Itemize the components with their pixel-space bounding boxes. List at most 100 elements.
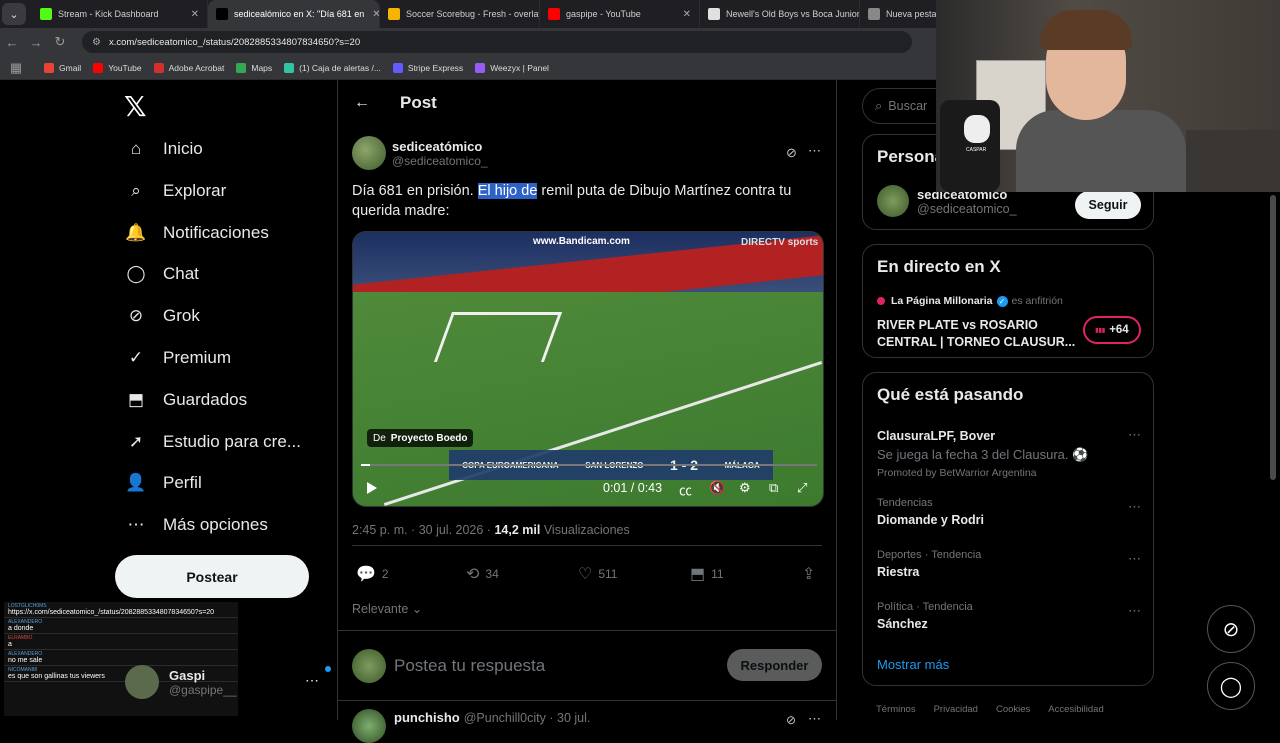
share-button[interactable]: ⇪ <box>802 564 821 584</box>
back-icon[interactable]: ← <box>0 35 24 50</box>
bookmark-label: Gmail <box>59 62 82 73</box>
video-progress-bar[interactable] <box>361 464 817 466</box>
bookmark-item[interactable]: Maps <box>236 62 272 73</box>
play-icon[interactable] <box>367 482 377 494</box>
broadcaster-logo: DIRECTV sports <box>741 237 819 248</box>
show-more-link[interactable]: Mostrar más <box>877 657 949 672</box>
messages-fab-icon[interactable]: ◯ <box>1207 662 1255 710</box>
sidebar-item-grok[interactable]: ⊘ Grok <box>125 296 200 336</box>
listener-count[interactable]: ▮▮▮ +64 <box>1083 316 1141 344</box>
follow-button[interactable]: Seguir <box>1075 191 1141 219</box>
trend-item[interactable]: Deportes · Tendencia Riestra ⋯ <box>877 549 1141 579</box>
bookmark-label: YouTube <box>108 62 142 73</box>
forward-icon[interactable]: → <box>24 35 48 50</box>
account-switcher[interactable]: Gaspi @gaspipe__ ⋯ <box>125 662 331 702</box>
sort-dropdown[interactable]: Relevante ⌄ <box>352 601 822 616</box>
trend-item[interactable]: Tendencias Diomande y Rodri ⋯ <box>877 497 1141 527</box>
pip-icon[interactable]: ⧉ <box>769 480 778 496</box>
site-info-icon[interactable]: ⚙ <box>92 37 101 48</box>
source-name: Proyecto Boedo <box>390 432 468 444</box>
bookmark-item[interactable]: (1) Caja de alertas /... <box>284 62 381 73</box>
tab-search-button[interactable]: ⌄ <box>2 3 26 25</box>
x-logo-icon[interactable]: 𝕏 <box>124 90 147 123</box>
video-player[interactable]: www.Bandicam.com DIRECTV sports COPA EUR… <box>352 231 824 507</box>
more-icon[interactable]: ⋯ <box>1128 499 1141 515</box>
sidebar-item-chat[interactable]: ◯ Chat <box>125 254 198 294</box>
post-button[interactable]: Postear <box>115 555 309 598</box>
video-watermark: www.Bandicam.com <box>533 236 630 247</box>
live-host: La Página Millonaria ✓ es anfitrión <box>877 295 1063 307</box>
card-title: Qué está pasando <box>877 385 1024 404</box>
bookmark-item[interactable]: Adobe Acrobat <box>153 62 224 73</box>
fullscreen-icon[interactable]: ⤢ <box>797 480 807 496</box>
apps-icon[interactable]: ▦ <box>4 60 28 76</box>
more-icon[interactable]: ⋯ <box>305 672 319 689</box>
trend-item[interactable]: ClausuraLPF, Bover Se juega la fecha 3 de… <box>877 425 1141 479</box>
post-text: Día 681 en prisión. El hijo de remil put… <box>352 181 822 221</box>
more-icon[interactable]: ⋯ <box>808 711 821 727</box>
scrollbar[interactable] <box>1270 195 1276 480</box>
close-icon[interactable]: ✕ <box>183 9 199 20</box>
back-arrow-icon[interactable]: ← <box>354 94 376 112</box>
close-icon[interactable]: ✕ <box>364 9 379 20</box>
footer-link[interactable]: Cookies <box>996 704 1030 715</box>
bookmark-item[interactable]: Gmail <box>44 62 82 73</box>
more-icon[interactable]: ⋯ <box>1128 603 1141 619</box>
grok-fab-icon[interactable]: ⊘ <box>1207 605 1255 653</box>
comment-author[interactable]: punchisho <box>394 710 460 725</box>
bookmark-item[interactable]: Stripe Express <box>392 62 463 73</box>
avatar[interactable] <box>352 709 386 743</box>
repost-button[interactable]: ⟲ 34 <box>466 564 499 584</box>
bookmark-item[interactable]: YouTube <box>93 62 142 73</box>
sidebar-item-premium[interactable]: ✓ Premium <box>125 338 231 378</box>
bookmark-button[interactable]: ⬒ 11 <box>690 564 724 584</box>
reload-icon[interactable]: ↻ <box>48 34 72 50</box>
footer-link[interactable]: Accesibilidad <box>1048 704 1103 715</box>
chat-text: a donde <box>8 625 34 632</box>
sidebar-item-estudio[interactable]: ➚ Estudio para cre... <box>125 422 301 462</box>
author-name[interactable]: sediceatómico <box>392 139 488 154</box>
sidebar-item-guardados[interactable]: ⬒ Guardados <box>125 380 247 420</box>
avatar[interactable] <box>352 136 386 170</box>
mute-icon[interactable]: 🔇 <box>709 480 725 496</box>
grok-icon[interactable]: ⊘ <box>786 145 797 161</box>
more-icon[interactable]: ⋯ <box>1128 427 1141 443</box>
author-handle[interactable]: @sediceatomico_ <box>392 154 488 168</box>
browser-tab[interactable]: Soccer Scorebug - Fresh - overlay✕ <box>380 0 540 28</box>
browser-tab[interactable]: Newell's Old Boys vs Boca Juniors✕ <box>700 0 860 28</box>
footer-link[interactable]: Privacidad <box>934 704 978 715</box>
more-icon[interactable]: ⋯ <box>808 143 821 159</box>
sidebar-item-más[interactable]: ⋯ Más opciones <box>125 505 268 545</box>
sidebar-item-explorar[interactable]: ⌕ Explorar <box>125 171 226 211</box>
grok-icon[interactable]: ⊘ <box>786 713 796 727</box>
trend-description: Se juega la fecha 3 del Clausura. ⚽ <box>877 447 1089 462</box>
video-source-label[interactable]: De Proyecto Boedo <box>367 429 474 447</box>
browser-tab[interactable]: gaspipe - YouTube ✕ <box>540 0 700 28</box>
bookmark-item[interactable]: Weezyx | Panel <box>475 62 549 73</box>
share-icon: ⇪ <box>802 566 816 583</box>
post: sediceatómico @sediceatomico_ ⊘ ⋯ Día 68… <box>338 125 836 616</box>
footer-link[interactable]: Términos <box>876 704 916 715</box>
reply-button[interactable]: 💬 2 <box>356 564 389 584</box>
captions-icon[interactable]: ㏄ <box>679 480 692 499</box>
settings-icon[interactable]: ⚙ <box>739 480 751 496</box>
address-bar[interactable]: ⚙ x.com/sediceatomico_/status/2082885334… <box>82 31 912 53</box>
post-timestamp[interactable]: 2:45 p. m. · 30 jul. 2026 · <box>352 523 491 537</box>
live-card: En directo en X La Página Millonaria ✓ es … <box>862 244 1154 358</box>
trend-title: Diomande y Rodri <box>877 513 984 527</box>
sidebar-item-notificaciones[interactable]: 🔔 Notificaciones <box>125 213 268 253</box>
like-button[interactable]: ♡ 511 <box>578 564 617 584</box>
close-icon[interactable]: ✕ <box>675 9 691 20</box>
more-icon[interactable]: ⋯ <box>1128 551 1141 567</box>
browser-tab[interactable]: sedicealómico en X: "Día 681 en ✕ <box>208 0 380 28</box>
sidebar-item-inicio[interactable]: ⌂ Inicio <box>125 129 203 169</box>
live-event-title[interactable]: RIVER PLATE vs ROSARIO CENTRAL | TORNEO … <box>877 317 1077 351</box>
sidebar-item-perfil[interactable]: 👤 Perfil <box>125 463 201 503</box>
comment[interactable]: punchisho @Punchill0city · 30 jul. ⊘ ⋯ <box>338 700 836 743</box>
reply-input[interactable]: Postea tu respuesta <box>394 656 545 676</box>
browser-tab[interactable]: Stream - Kick Dashboard ✕ <box>32 0 208 28</box>
tab-favicon-icon <box>40 8 52 20</box>
trend-item[interactable]: Política · Tendencia Sánchez ⋯ <box>877 601 1141 631</box>
reply-submit-button[interactable]: Responder <box>727 649 822 681</box>
comment-handle[interactable]: @Punchill0city · 30 jul. <box>464 711 591 725</box>
